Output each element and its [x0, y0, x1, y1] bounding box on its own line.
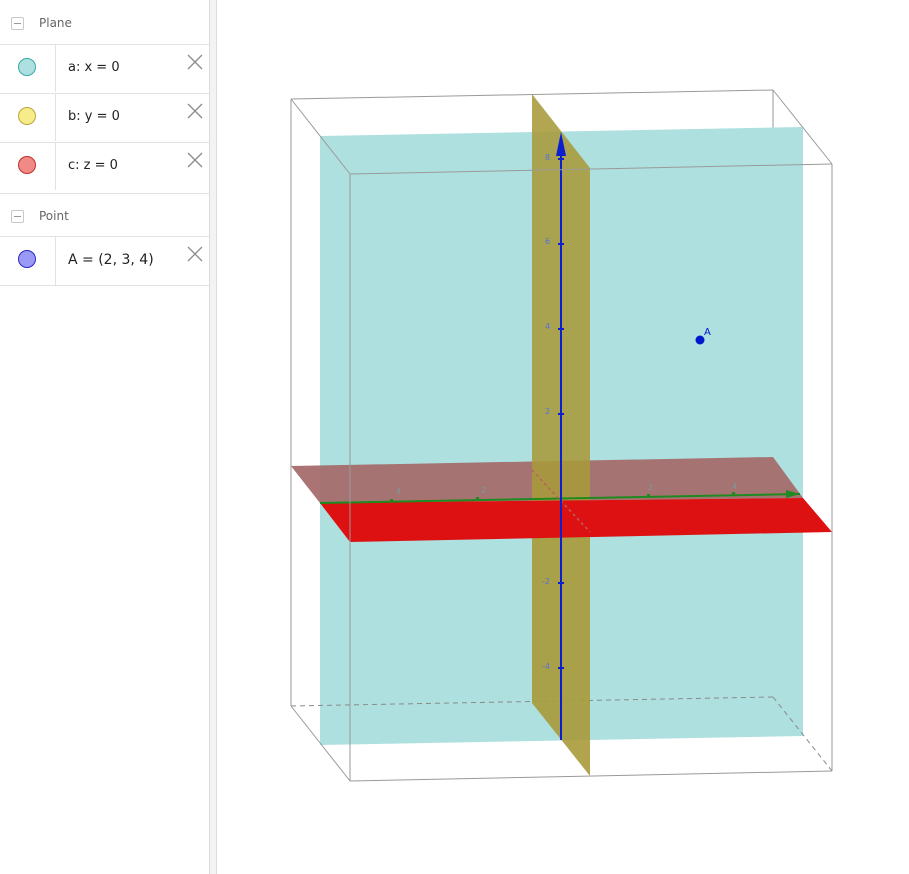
algebra-item-label[interactable]: A = (2, 3, 4) [68, 252, 154, 268]
close-icon[interactable] [186, 151, 204, 169]
z-tick-label: -4 [542, 662, 550, 671]
group-title-plane: Plane [39, 16, 72, 30]
visibility-toggle-a[interactable] [0, 45, 56, 92]
visibility-toggle-b[interactable] [0, 94, 56, 141]
collapse-point-icon[interactable] [11, 209, 24, 223]
collapse-plane-icon[interactable] [11, 16, 24, 30]
algebra-item-a[interactable]: a: x = 0 [0, 44, 209, 92]
algebra-item-b[interactable]: b: y = 0 [0, 93, 209, 141]
visibility-toggle-A[interactable] [0, 237, 56, 285]
algebra-item-label[interactable]: a: x = 0 [68, 60, 120, 75]
marble-icon[interactable] [18, 107, 36, 125]
z-tick-label: 6 [545, 237, 550, 246]
y-tick-label: 4 [396, 487, 401, 496]
z-tick-label: -2 [542, 577, 550, 586]
group-title-point: Point [39, 209, 69, 223]
view-splitter[interactable] [210, 0, 217, 874]
algebra-item-label[interactable]: c: z = 0 [68, 158, 118, 173]
y-tick-label: 4 [732, 482, 737, 491]
graphics-3d-view[interactable]: 4 2 2 4 8 6 4 2 -2 -4 A [217, 0, 909, 874]
z-tick-label: 8 [545, 153, 550, 162]
marble-icon[interactable] [18, 58, 36, 76]
y-tick-label: 2 [648, 483, 653, 492]
algebra-view: Plane a: x = 0 b: y = 0 c: z = 0 Point A… [0, 0, 210, 874]
group-header-point[interactable]: Point [0, 193, 209, 238]
marble-icon[interactable] [18, 250, 36, 268]
algebra-item-c[interactable]: c: z = 0 [0, 142, 209, 190]
z-tick-label: 2 [545, 407, 550, 416]
close-icon[interactable] [186, 245, 204, 263]
marble-icon[interactable] [18, 156, 36, 174]
group-header-plane[interactable]: Plane [0, 1, 209, 45]
close-icon[interactable] [186, 102, 204, 120]
close-icon[interactable] [186, 53, 204, 71]
algebra-item-label[interactable]: b: y = 0 [68, 109, 120, 124]
y-tick-label: 2 [481, 486, 486, 495]
visibility-toggle-c[interactable] [0, 143, 56, 190]
algebra-item-A[interactable]: A = (2, 3, 4) [0, 236, 209, 286]
point-A-label[interactable]: A [704, 327, 711, 338]
z-tick-label: 4 [545, 322, 550, 331]
